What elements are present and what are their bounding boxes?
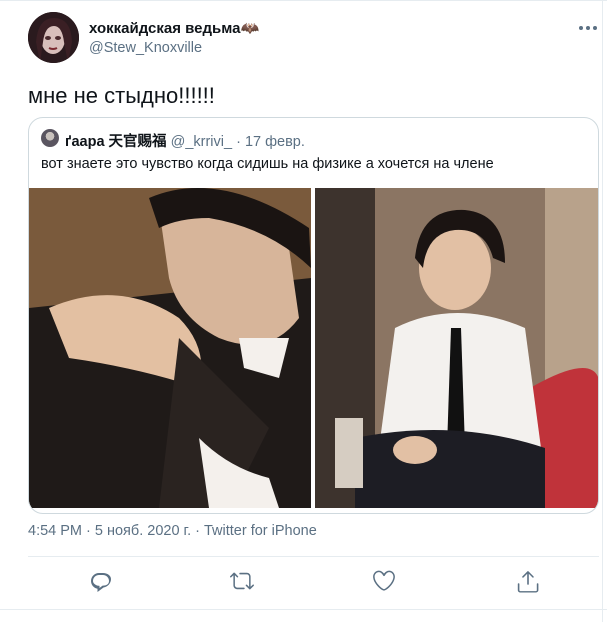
top-border — [0, 0, 607, 1]
avatar[interactable] — [28, 12, 79, 63]
quoted-tweet[interactable]: ґаара 天官赐福 @_krrivi_ · 17 февр. вот знае… — [28, 117, 599, 514]
reply-icon[interactable] — [89, 569, 113, 593]
quoted-handle: @_krrivi_ — [170, 134, 233, 150]
quoted-photo-left[interactable] — [29, 188, 311, 508]
author-handle[interactable]: @Stew_Knoxville — [89, 40, 202, 56]
quoted-date: 17 февр. — [244, 134, 305, 150]
more-options-icon[interactable] — [578, 21, 598, 35]
side-border — [602, 0, 603, 622]
author-name[interactable]: хоккайдская ведьма🦇 — [89, 19, 259, 37]
tweet-text: мне не стыдно!!!!!! — [28, 83, 215, 108]
quoted-separator: · — [236, 134, 241, 150]
quoted-name: ґаара 天官赐福 — [65, 134, 167, 150]
quoted-photo-right[interactable] — [315, 188, 598, 508]
quoted-header: ґаара 天官赐福 @_krrivi_ · 17 февр. — [65, 130, 305, 151]
tweet-timestamp[interactable]: 4:54 PM · 5 нояб. 2020 г. · Twitter for … — [28, 523, 317, 539]
like-icon[interactable] — [372, 569, 396, 593]
quoted-text: вот знаете это чувство когда сидишь на ф… — [41, 156, 494, 172]
share-icon[interactable] — [516, 569, 540, 593]
retweet-icon[interactable] — [230, 569, 254, 593]
bottom-border — [0, 609, 607, 610]
divider — [28, 556, 599, 557]
quoted-avatar — [41, 129, 59, 147]
